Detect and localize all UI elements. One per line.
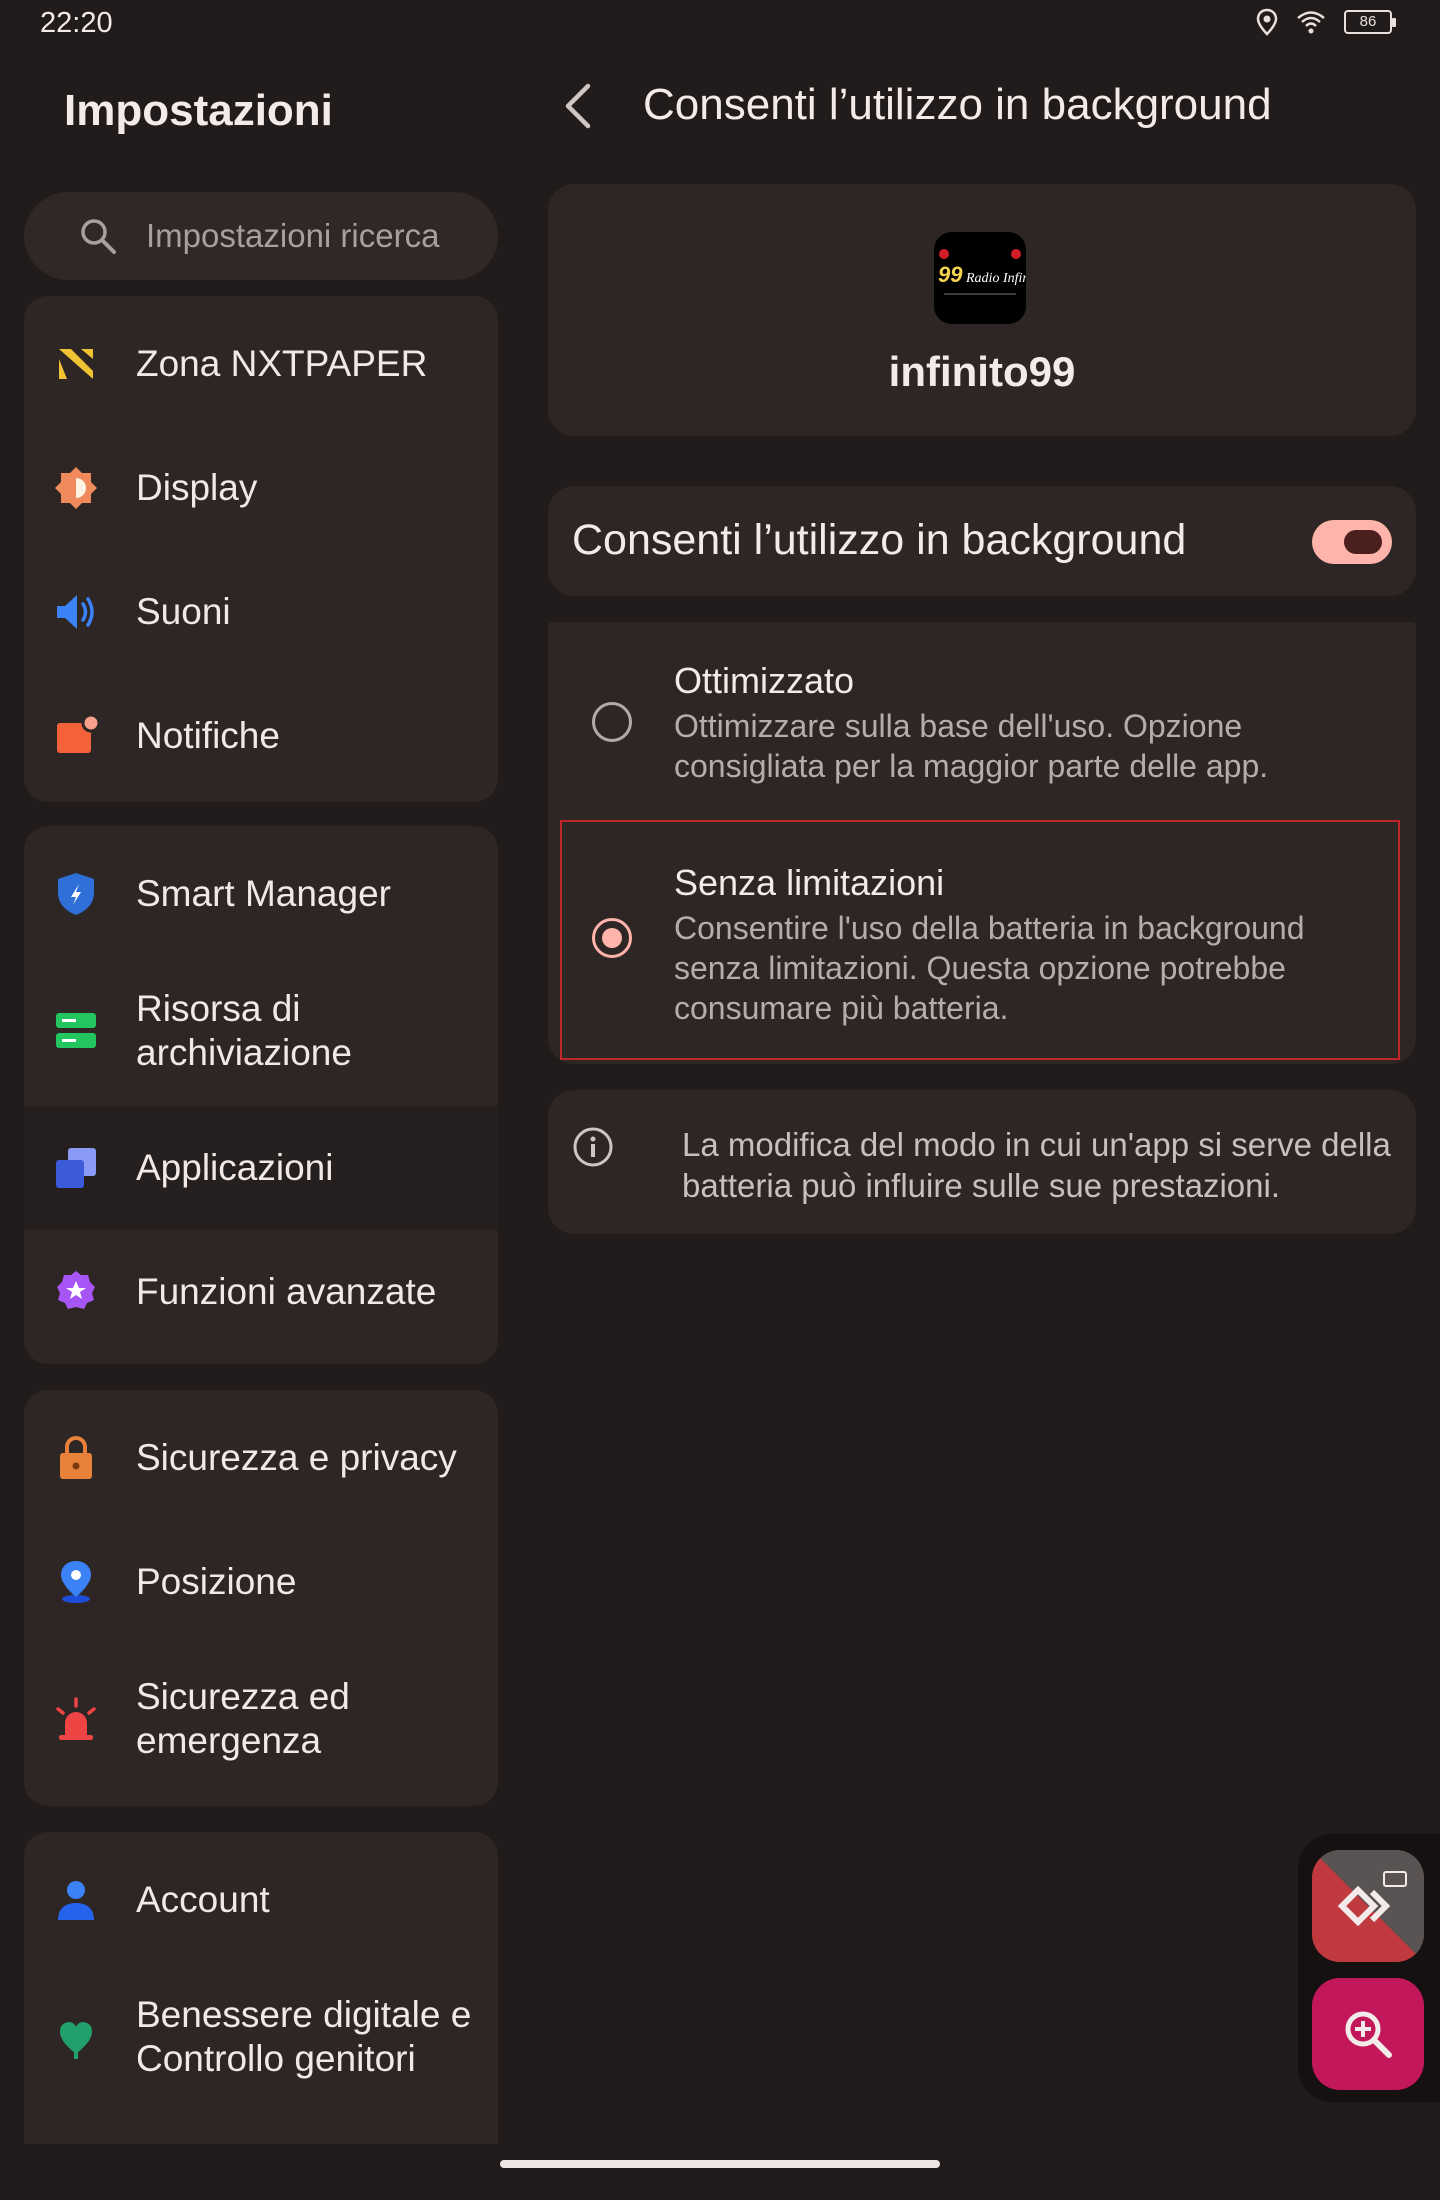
sidebar-item-label: Sicurezza ed emergenza (136, 1676, 350, 1761)
switch-knob (1344, 530, 1382, 554)
sound-icon (52, 588, 100, 636)
apps-icon (52, 1144, 100, 1192)
sidebar-item-label: Funzioni avanzate (136, 1271, 437, 1312)
option-optimized[interactable]: Ottimizzato Ottimizzare sulla base dell'… (548, 622, 1416, 818)
info-icon (573, 1127, 613, 1167)
sidebar-item-smart-manager[interactable]: Smart Manager (24, 832, 498, 956)
background-usage-toggle-row[interactable]: Consenti l’utilizzo in background (548, 486, 1416, 596)
sidebar-item-label: Sicurezza e privacy (136, 1437, 457, 1478)
sidebar-item-label: Suoni (136, 591, 231, 632)
battery-options-card: Ottimizzato Ottimizzare sulla base dell'… (548, 622, 1416, 1064)
sidebar-item-nxtpaper[interactable]: Zona NXTPAPER (24, 302, 498, 426)
home-indicator[interactable] (500, 2160, 940, 2168)
info-text: La modifica del modo in cui un'app si se… (682, 1126, 1391, 1204)
floating-tools-panel (1298, 1834, 1440, 2102)
sidebar-item-emergency[interactable]: Sicurezza ed emergenza (24, 1644, 498, 1794)
display-icon (52, 464, 100, 512)
sidebar-item-advanced[interactable]: Funzioni avanzate (24, 1230, 498, 1354)
alarm-icon (52, 1695, 100, 1743)
status-bar: 22:20 86 (0, 0, 1440, 46)
remote-desktop-icon (1312, 1850, 1424, 1962)
option-description: Consentire l'uso della batteria in backg… (674, 910, 1305, 1026)
search-bar[interactable]: Impostazioni ricerca (24, 192, 498, 280)
toggle-label: Consenti l’utilizzo in background (572, 516, 1187, 564)
sidebar-item-storage[interactable]: Risorsa di archiviazione (24, 956, 498, 1106)
option-title: Ottimizzato (674, 660, 855, 701)
sidebar-item-label: Notifiche (136, 715, 280, 756)
nxtpaper-icon (52, 340, 100, 388)
location-status-icon (1256, 8, 1278, 36)
app-name: infinito99 (888, 348, 1076, 395)
settings-group-4: Account Benessere digitale e Controllo g… (24, 1832, 498, 2144)
lock-icon (52, 1434, 100, 1482)
svg-text:Radio Infinito: Radio Infinito (965, 271, 1026, 286)
sidebar-item-label: Display (136, 467, 258, 508)
search-icon (81, 219, 116, 254)
sidebar-item-notifications[interactable]: Notifiche (24, 674, 498, 798)
svg-text:99: 99 (938, 262, 963, 287)
sidebar-item-wellbeing[interactable]: Benessere digitale e Controllo genitori (24, 1962, 498, 2112)
page-title: Consenti l’utilizzo in background (643, 80, 1272, 129)
battery-icon: 86 (1344, 10, 1396, 34)
sidebar-item-label: Benessere digitale e Controllo genitori (136, 1994, 472, 2079)
option-description: Ottimizzare sulla base dell'uso. Opzione… (674, 708, 1269, 784)
sidebar-item-label: Account (136, 1879, 270, 1920)
radio-unrestricted[interactable] (592, 918, 632, 958)
wifi-icon (1297, 11, 1325, 34)
zoom-button[interactable] (1312, 1978, 1424, 2090)
notification-icon (52, 712, 100, 760)
sidebar-item-location[interactable]: Posizione (24, 1520, 498, 1644)
sidebar-item-label: Smart Manager (136, 873, 391, 914)
sidebar-item-label: Posizione (136, 1561, 297, 1602)
app-header-card: 99 Radio Infinito infinito99 (548, 184, 1416, 436)
sidebar-item-label: Applicazioni (136, 1147, 334, 1188)
settings-group-2: Smart Manager Risorsa di archiviazione A… (24, 826, 498, 1364)
settings-group-1: Zona NXTPAPER Display Suoni Notifiche (24, 296, 498, 802)
remote-control-button[interactable] (1312, 1850, 1424, 1962)
settings-group-3: Sicurezza e privacy Posizione Sicurezza … (24, 1390, 498, 1806)
sidebar-item-display[interactable]: Display (24, 426, 498, 550)
option-unrestricted[interactable]: Senza limitazioni Consentire l'uso della… (560, 820, 1400, 1060)
settings-title: Impostazioni (64, 86, 333, 135)
app-icon: 99 Radio Infinito (934, 232, 1026, 324)
account-icon (52, 1876, 100, 1924)
wellbeing-icon (52, 2013, 100, 2061)
status-icons: 86 (1256, 8, 1396, 36)
location-icon (52, 1558, 100, 1606)
radio-optimized[interactable] (592, 702, 632, 742)
background-usage-switch[interactable] (1312, 520, 1392, 564)
sidebar-item-label: Zona NXTPAPER (136, 343, 428, 384)
sidebar-item-security-privacy[interactable]: Sicurezza e privacy (24, 1396, 498, 1520)
zoom-in-icon (1345, 2011, 1392, 2058)
status-time: 22:20 (40, 7, 113, 39)
back-icon[interactable] (556, 78, 604, 134)
sidebar-item-apps[interactable]: Applicazioni (24, 1106, 498, 1230)
search-placeholder: Impostazioni ricerca (146, 217, 440, 254)
sidebar-item-label: Risorsa di archiviazione (136, 988, 352, 1073)
shield-icon (52, 870, 100, 918)
sidebar-item-sounds[interactable]: Suoni (24, 550, 498, 674)
storage-icon (52, 1007, 100, 1055)
sidebar-item-account[interactable]: Account (24, 1838, 498, 1962)
star-badge-icon (52, 1268, 100, 1316)
info-card: La modifica del modo in cui un'app si se… (548, 1090, 1416, 1234)
option-title: Senza limitazioni (674, 862, 945, 903)
